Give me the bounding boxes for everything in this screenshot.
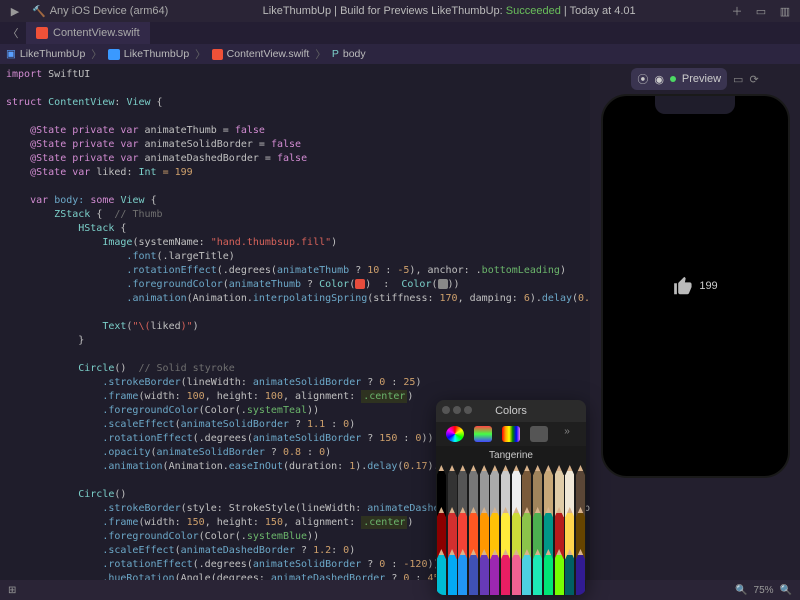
status-dot-icon [670,76,676,82]
close-icon[interactable] [442,406,450,414]
color-mode-tabs[interactable]: » [436,422,586,446]
inspectors-button[interactable]: ▥ [778,4,792,18]
run-button[interactable]: ▶ [8,4,22,18]
zoom-in-button[interactable]: 🔍 [780,585,792,596]
pencil-swatch[interactable] [490,549,499,595]
crumb-folder[interactable]: LikeThumbUp [124,48,189,60]
filter-button[interactable]: ⊞ [8,585,16,596]
minimize-icon[interactable] [453,406,461,414]
liked-count: 199 [699,280,717,292]
folder-icon [108,49,120,60]
sliders-icon[interactable] [474,426,492,442]
settings-button[interactable]: ⟳ [749,73,758,86]
panel-titlebar[interactable]: Colors [436,400,586,422]
pencil-swatch[interactable] [576,549,585,595]
pencil-swatch[interactable] [437,549,446,595]
panel-title: Colors [495,405,527,417]
thumbsup-icon [672,275,694,297]
crumb-file[interactable]: ContentView.swift [227,48,310,60]
wheel-icon[interactable] [446,426,464,442]
spectrum-icon[interactable] [502,426,520,442]
status-bar: ⊞ 🔍 75% 🔍 [0,580,800,600]
nav-back-button[interactable]: 〈 [0,26,26,40]
breadcrumb[interactable]: ▣ LikeThumbUp〉 LikeThumbUp〉 ContentView.… [0,44,800,64]
preview-label: Preview [682,73,721,85]
device-notch [655,96,735,114]
preview-canvas: ⦿ ◉ Preview ▭ ⟳ 199 [590,64,800,580]
pencil-swatch[interactable] [533,549,542,595]
crumb-project[interactable]: LikeThumbUp [20,48,85,60]
pencil-swatch[interactable] [458,549,467,595]
plus-button[interactable]: ＋ [730,4,744,18]
pencil-grid[interactable] [436,465,586,595]
project-icon: ▣ [6,48,16,60]
color-swatch-red[interactable] [355,279,365,289]
pencils-icon[interactable] [530,426,548,442]
pencil-swatch[interactable] [555,549,564,595]
library-button[interactable]: ▭ [754,4,768,18]
selected-color-name: Tangerine [436,446,586,465]
property-icon: P [332,48,339,60]
pencil-swatch[interactable] [544,549,553,595]
swift-file-icon [36,27,48,39]
more-icon[interactable]: » [558,426,576,442]
color-swatch-gray[interactable] [438,279,448,289]
titlebar: ▶ 🔨 Any iOS Device (arm64) LikeThumbUp |… [0,0,800,22]
zoom-icon[interactable] [464,406,472,414]
pencil-swatch[interactable] [480,549,489,595]
live-icon[interactable]: ◉ [654,73,664,86]
pencil-swatch[interactable] [469,549,478,595]
build-status: LikeThumbUp | Build for Previews LikeThu… [178,5,720,17]
scheme-label: Any iOS Device (arm64) [50,5,169,17]
zoom-level[interactable]: 75% [754,585,774,596]
pencil-swatch[interactable] [448,549,457,595]
crumb-symbol[interactable]: body [343,48,366,60]
swift-file-icon [212,49,223,60]
device-button[interactable]: ▭ [733,73,743,86]
hammer-icon: 🔨 [32,5,46,18]
pencil-swatch[interactable] [512,549,521,595]
pencil-swatch[interactable] [501,549,510,595]
tab-label: ContentView.swift [53,27,140,39]
tab-contentview[interactable]: ContentView.swift [26,22,150,44]
preview-device[interactable]: 199 [601,94,790,478]
color-picker-panel[interactable]: Colors » Tangerine [436,400,586,595]
zoom-out-button[interactable]: 🔍 [735,585,747,596]
pencil-swatch[interactable] [522,549,531,595]
scheme-selector[interactable]: 🔨 Any iOS Device (arm64) [32,5,168,18]
preview-controls[interactable]: ⦿ ◉ Preview [631,68,727,90]
pencil-swatch[interactable] [565,549,574,595]
tab-bar: 〈 ContentView.swift [0,22,800,44]
pin-icon[interactable]: ⦿ [637,71,648,87]
